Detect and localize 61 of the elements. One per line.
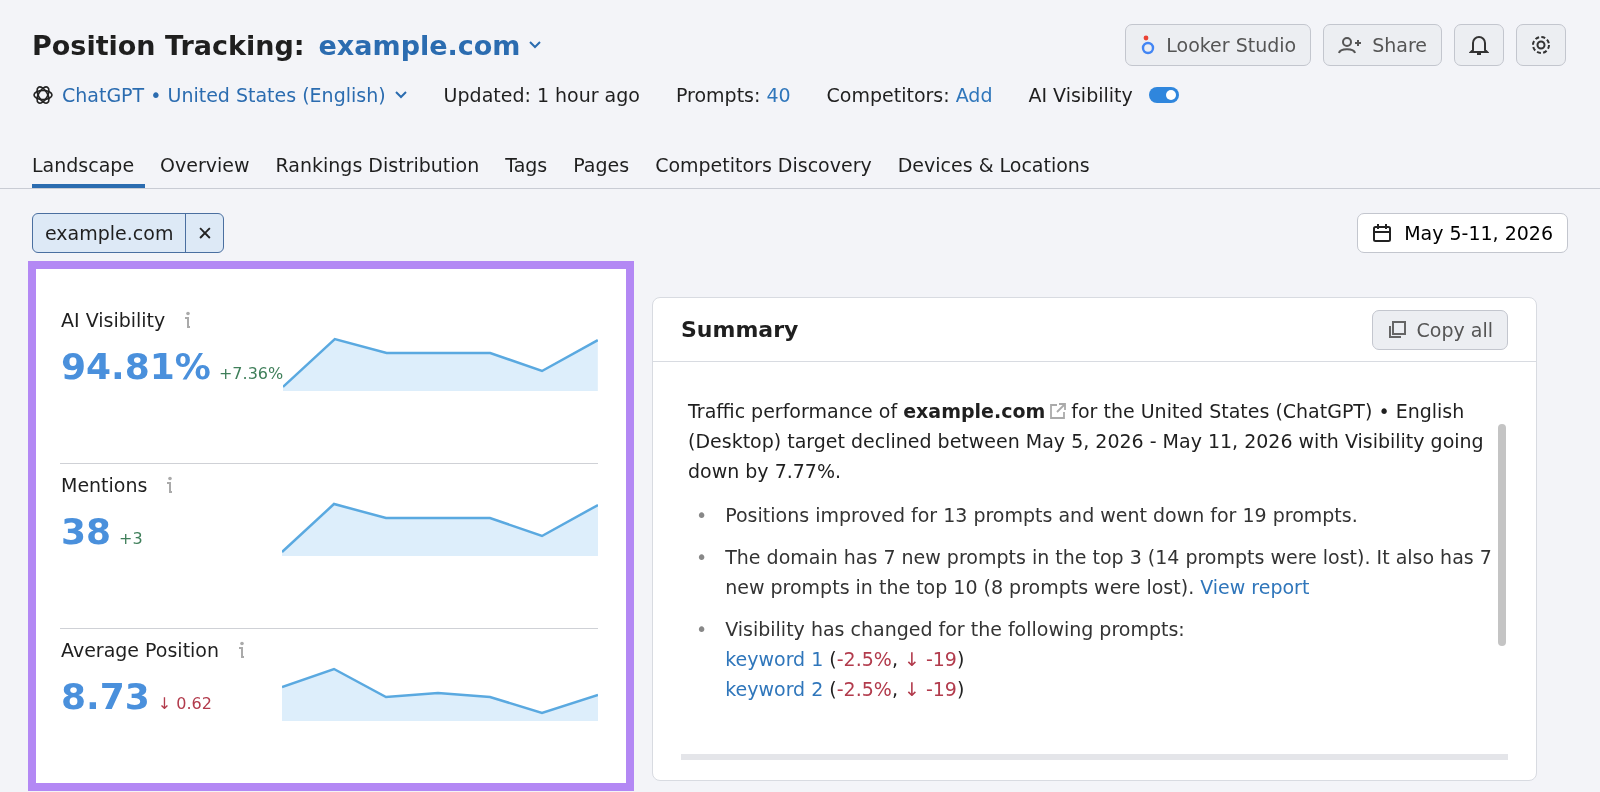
updated-text: Updated: 1 hour ago: [443, 84, 640, 106]
metric-change: ↓ 0.62: [157, 694, 212, 713]
filter-label: example.com: [44, 222, 175, 244]
share-button[interactable]: Share: [1323, 24, 1442, 66]
info-icon[interactable]: [237, 641, 246, 659]
bullet-marker: •: [696, 545, 708, 570]
metric-value: 8.73: [61, 676, 150, 717]
metric-value: 94.81%: [61, 346, 211, 387]
ai-visibility-label: AI Visibility: [1028, 84, 1133, 106]
copy-icon: [1386, 319, 1407, 340]
prompts-label: Prompts:: [675, 84, 761, 106]
external-link-icon[interactable]: [1049, 402, 1068, 420]
summary-text: Traffic performance of example.com for the United States (ChatGPT) • English (Desktop) target declined between May 5, 2026 - May 11, 2026 with Visibility going down by 7.77%.: [688, 399, 1485, 484]
remove-filter-button[interactable]: ✕: [185, 214, 224, 252]
metric-label: Mentions: [61, 474, 148, 496]
looker-studio-button[interactable]: Looker Studio: [1125, 24, 1312, 66]
settings-icon: [1530, 34, 1552, 56]
competitors-label: Competitors:: [826, 84, 950, 106]
info-icon[interactable]: [165, 476, 174, 494]
metric-change: +7.36%: [218, 364, 284, 383]
tab[interactable]: Devices & Locations: [886, 154, 1101, 188]
tab[interactable]: Competitors Discovery: [644, 154, 883, 188]
add-user-icon: [1338, 36, 1363, 54]
bell-icon: [1469, 34, 1489, 56]
chevron-icon: [393, 90, 408, 100]
tab[interactable]: Landscape: [32, 154, 146, 188]
metric-label: Average Position: [61, 639, 220, 661]
keyword-link[interactable]: keyword 2: [725, 678, 824, 700]
scrollbar[interactable]: [1498, 424, 1506, 646]
metric-change: +3: [119, 529, 143, 548]
bullet-text: Visibility has changed for the following prompts:: [725, 618, 1185, 640]
chevron-icon: [528, 40, 543, 50]
settings-button[interactable]: [1516, 24, 1566, 66]
tab[interactable]: Pages: [562, 154, 641, 188]
tab[interactable]: Tags: [494, 154, 559, 188]
bullet-text: Positions improved for 13 prompts and went down for 19 prompts.: [725, 504, 1358, 526]
prompts-count-link[interactable]: 40: [766, 84, 791, 106]
engine-location-dropdown[interactable]: ChatGPT • United States (English): [32, 84, 408, 106]
tab[interactable]: Rankings Distribution: [264, 154, 491, 188]
view-report-link[interactable]: View report: [1200, 576, 1310, 598]
looker-icon: [1140, 34, 1157, 56]
domain-dropdown[interactable]: example.com: [318, 29, 543, 61]
bullet-marker: •: [696, 503, 708, 528]
keyword-change: (-2.5%, ↓ -19): [829, 648, 965, 670]
copy-all-button[interactable]: Copy all: [1371, 309, 1508, 350]
info-icon[interactable]: [183, 311, 192, 329]
calendar-icon: [1372, 223, 1393, 243]
bullet-text: The domain has 7 new prompts in the top 3 (14 prompts were lost). It also has 7 new prompts in the top 10 (8 prompts were lost). View report: [725, 546, 1492, 598]
notifications-button[interactable]: [1454, 24, 1504, 66]
keyword-change: (-2.5%, ↓ -19): [829, 678, 965, 700]
metric-value: 38: [61, 511, 112, 552]
add-competitors-link[interactable]: Add: [955, 84, 993, 106]
metric-label: AI Visibility: [61, 309, 166, 331]
bullet-marker: •: [696, 617, 708, 642]
chatgpt-logo-icon: [32, 84, 54, 106]
keyword-link[interactable]: keyword 1: [725, 648, 824, 670]
date-range-button[interactable]: May 5-11, 2026: [1357, 213, 1568, 253]
tab[interactable]: Overview: [149, 154, 261, 188]
ai-visibility-toggle[interactable]: [1148, 87, 1179, 103]
summary-title: Summary: [681, 317, 799, 342]
page-title: Position Tracking:: [32, 29, 305, 61]
